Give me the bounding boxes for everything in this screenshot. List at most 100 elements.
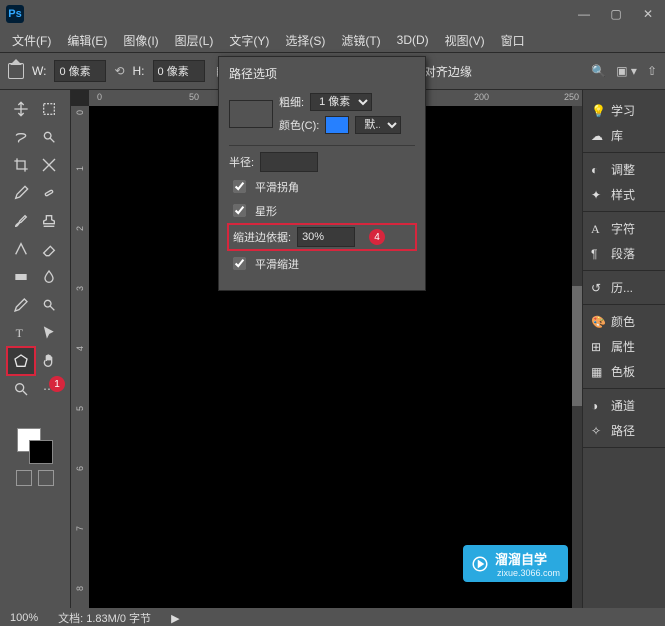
menu-file[interactable]: 文件(F) [6,30,57,51]
smooth-indent-check[interactable] [233,257,246,270]
thickness-select[interactable]: 1 像素 [310,93,372,111]
align-edges-label: 对齐边缘 [424,63,472,80]
quickmask-mode-icon[interactable] [38,470,54,486]
panel-paragraph-label: 段落 [611,245,635,262]
panel-styles-label: 样式 [611,186,635,203]
star-checkbox[interactable]: 星形 [229,201,415,220]
panel-history-label: 历... [611,279,633,296]
menu-image[interactable]: 图像(I) [117,30,164,51]
ruler-vertical[interactable]: 0 1 2 3 4 5 6 7 8 [71,106,90,608]
ruler-h-tick: 200 [474,92,489,102]
background-color[interactable] [29,440,53,464]
star-check[interactable] [233,204,246,217]
tool-crop[interactable] [8,152,34,178]
share-icon[interactable]: ⇧ [647,64,657,78]
indent-input[interactable] [297,227,355,247]
panel-adjust[interactable]: ◐调整 [583,157,665,182]
panel-color-label: 颜色 [611,313,635,330]
tool-quick-select[interactable] [36,124,62,150]
radius-input[interactable] [260,152,318,172]
tool-healing[interactable] [36,180,62,206]
smooth-corners-checkbox[interactable]: 平滑拐角 [229,177,415,196]
height-label: H: [133,64,145,78]
scroll-thumb[interactable] [572,286,582,406]
tool-lasso[interactable] [8,124,34,150]
titlebar: Ps ― ▢ ✕ [0,0,665,28]
height-input[interactable] [153,60,205,82]
menu-filter[interactable]: 滤镜(T) [335,30,386,51]
menu-edit[interactable]: 编辑(E) [61,30,113,51]
search-icon[interactable]: 🔍 [591,64,606,78]
color-label: 颜色(C): [279,117,319,133]
tool-type[interactable]: T [8,320,34,346]
panel-styles[interactable]: ✦样式 [583,182,665,207]
annotation-badge-1: 1 [49,376,65,392]
smooth-corners-check[interactable] [233,180,246,193]
smooth-indent-checkbox[interactable]: 平滑缩进 [229,254,415,273]
maximize-button[interactable]: ▢ [605,7,627,21]
tool-slice[interactable] [36,152,62,178]
watermark: 溜溜自学 zixue.3066.com [463,545,568,582]
panel-character-label: 字符 [611,220,635,237]
panel-learn[interactable]: 💡学习 [583,98,665,123]
status-bar: 100% 文档: 1.83M/0 字节 ▶ [0,608,665,626]
scrollbar-vertical[interactable] [572,106,582,608]
tool-dodge[interactable] [36,292,62,318]
menu-window[interactable]: 窗口 [495,30,531,51]
panel-paths[interactable]: ✧路径 [583,418,665,443]
menu-3d[interactable]: 3D(D) [391,31,435,49]
panel-history[interactable]: ↺历... [583,275,665,300]
zoom-level[interactable]: 100% [10,612,38,624]
tool-eraser[interactable] [36,236,62,262]
tool-path-select[interactable] [36,320,62,346]
color-select[interactable]: 默... [355,116,401,134]
star-label: 星形 [255,203,277,219]
tool-move[interactable] [8,96,34,122]
status-arrow-icon[interactable]: ▶ [171,612,179,625]
ruler-v-tick: 5 [75,406,85,411]
smooth-corners-label: 平滑拐角 [255,179,299,195]
menu-layer[interactable]: 图层(L) [169,30,220,51]
tool-brush[interactable] [8,208,34,234]
tool-blur[interactable] [36,264,62,290]
panel-character[interactable]: A字符 [583,216,665,241]
popup-preview-swatch[interactable] [229,100,273,128]
standard-mode-icon[interactable] [16,470,32,486]
menu-select[interactable]: 选择(S) [279,30,331,51]
panel-library[interactable]: ☁库 [583,123,665,148]
tool-gradient[interactable] [8,264,34,290]
tool-history-brush[interactable] [8,236,34,262]
tool-eyedropper[interactable] [8,180,34,206]
link-icon[interactable]: ⟲ [114,64,124,78]
panel-properties[interactable]: ⊞属性 [583,334,665,359]
panel-paragraph[interactable]: ¶段落 [583,241,665,266]
home-icon[interactable] [8,63,24,79]
width-input[interactable] [54,60,106,82]
tool-stamp[interactable] [36,208,62,234]
menu-type[interactable]: 文字(Y) [223,30,275,51]
doc-info[interactable]: 文档: 1.83M/0 字节 [58,610,151,626]
close-button[interactable]: ✕ [637,7,659,21]
ruler-v-tick: 6 [75,466,85,471]
tool-polygon[interactable] [8,348,34,374]
tool-zoom[interactable] [8,376,34,402]
frame-icon[interactable]: ▣ ▾ [616,64,637,78]
popup-separator [229,145,415,146]
window-controls: ― ▢ ✕ [573,7,659,21]
ruler-h-tick: 50 [189,92,199,102]
ruler-v-tick: 8 [75,586,85,591]
color-swatch[interactable] [17,428,53,464]
menubar: 文件(F) 编辑(E) 图像(I) 图层(L) 文字(Y) 选择(S) 滤镜(T… [0,28,665,53]
panel-channels[interactable]: ◑通道 [583,393,665,418]
panel-color[interactable]: 🎨颜色 [583,309,665,334]
tool-hand[interactable] [36,348,62,374]
menu-view[interactable]: 视图(V) [439,30,491,51]
tool-pen[interactable] [8,292,34,318]
color-swatch-icon[interactable] [325,116,349,134]
panel-swatches[interactable]: ▦色板 [583,359,665,384]
panel-learn-label: 学习 [611,102,635,119]
ruler-h-tick: 250 [564,92,579,102]
indent-label: 缩进边依据: [233,229,291,245]
minimize-button[interactable]: ― [573,7,595,21]
tool-marquee[interactable] [36,96,62,122]
